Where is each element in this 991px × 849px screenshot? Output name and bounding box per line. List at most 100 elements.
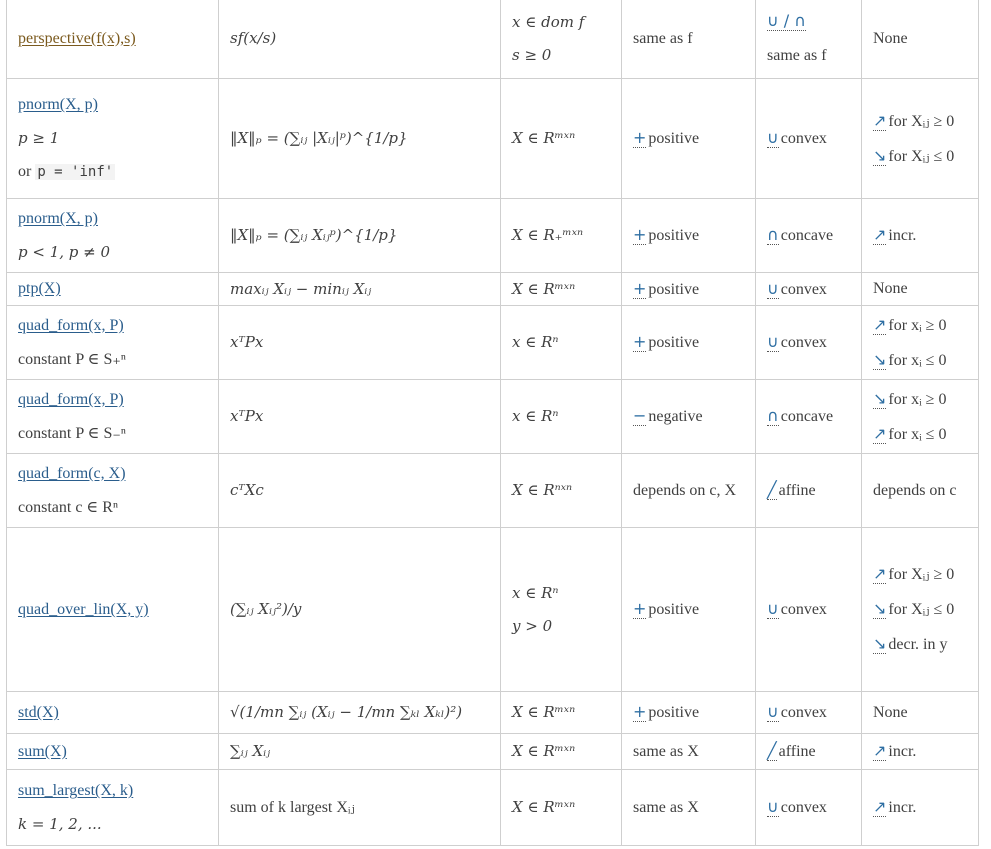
arrow-up-right-icon[interactable]: ↗: [873, 225, 887, 245]
plus-icon[interactable]: +: [633, 332, 647, 352]
arrow-down-right-icon[interactable]: ↘: [873, 634, 887, 654]
slash-icon[interactable]: ╱: [767, 480, 777, 500]
function-link[interactable]: pnorm(X, p): [18, 96, 98, 113]
sign-cell: depends on c, X: [621, 453, 756, 528]
curvature-cell: ∪ convex: [755, 527, 862, 692]
function-link[interactable]: quad_form(c, X): [18, 465, 126, 482]
function-link[interactable]: quad_over_lin(X, y): [18, 601, 149, 618]
meaning-cell: ∑ᵢⱼ Xᵢⱼ: [218, 733, 501, 770]
sign-cell: + positive: [621, 198, 756, 273]
plus-icon[interactable]: +: [633, 128, 647, 148]
condition: k = 1, 2, ...: [18, 815, 102, 834]
table-row: quad_over_lin(X, y) (∑ᵢⱼ Xᵢⱼ²)/y x ∈ Rⁿ y…: [6, 527, 979, 692]
curvature-cell: ∪ convex: [755, 769, 862, 846]
monotonicity-cell: None: [861, 0, 979, 79]
cup-icon[interactable]: ∪: [767, 128, 779, 148]
cap-icon[interactable]: ∩: [767, 225, 779, 245]
domain-cell: x ∈ dom fs ≥ 0: [500, 0, 622, 79]
cap-icon[interactable]: ∩: [767, 406, 779, 426]
curvature-cell: ∪ / ∩ same as f: [755, 0, 862, 79]
curvature-cell: ╱ affine: [755, 453, 862, 528]
arrow-up-right-icon[interactable]: ↗: [873, 797, 887, 817]
curvature-cell: ∪ convex: [755, 78, 862, 199]
function-link[interactable]: perspective(f(x),s): [18, 30, 136, 47]
condition: constant P ∈ S₋ⁿ: [18, 424, 126, 442]
arrow-up-right-icon[interactable]: ↗: [873, 314, 887, 335]
plus-icon[interactable]: +: [633, 599, 647, 619]
meaning-cell: (∑ᵢⱼ Xᵢⱼ²)/y: [218, 527, 501, 692]
arrow-up-right-icon[interactable]: ↗: [873, 741, 887, 761]
cup-icon[interactable]: ∪: [767, 332, 779, 352]
sign-cell: same as X: [621, 733, 756, 770]
domain-cell: X ∈ Rᵐˣⁿ: [500, 733, 622, 770]
sign-cell: − negative: [621, 379, 756, 454]
meaning-cell: xᵀPx: [218, 305, 501, 380]
cup-cap-icon[interactable]: ∪ / ∩: [767, 11, 806, 31]
monotonicity-cell: ↗ for Xᵢⱼ ≥ 0 ↘ for Xᵢⱼ ≤ 0: [861, 78, 979, 199]
meaning-cell: maxᵢⱼ Xᵢⱼ − minᵢⱼ Xᵢⱼ: [218, 272, 501, 306]
plus-icon[interactable]: +: [633, 278, 647, 299]
table-row: sum_largest(X, k) k = 1, 2, ... sum of k …: [6, 769, 979, 846]
meaning-cell: sum of k largest Xᵢⱼ: [218, 769, 501, 846]
domain-cell: X ∈ R₊ᵐˣⁿ: [500, 198, 622, 273]
condition: constant c ∈ Rⁿ: [18, 498, 118, 516]
curvature-cell: ∪ convex: [755, 305, 862, 380]
arrow-up-right-icon[interactable]: ↗: [873, 564, 887, 584]
monotonicity-cell: ↗ for Xᵢⱼ ≥ 0 ↘ for Xᵢⱼ ≤ 0 ↘ decr. in y: [861, 527, 979, 692]
domain-cell: X ∈ Rᵐˣⁿ: [500, 769, 622, 846]
curvature-cell: ╱ affine: [755, 733, 862, 770]
sign-cell: same as f: [621, 0, 756, 79]
condition: or p = 'inf': [18, 162, 116, 180]
curvature-cell: ∪ convex: [755, 272, 862, 306]
function-link[interactable]: std(X): [18, 704, 59, 721]
arrow-down-right-icon[interactable]: ↘: [873, 599, 887, 619]
sign-cell: + positive: [621, 272, 756, 306]
meaning-cell: sf(x/s): [218, 0, 501, 79]
domain-cell: x ∈ Rⁿ: [500, 379, 622, 454]
function-link[interactable]: ptp(X): [18, 280, 61, 297]
function-link[interactable]: quad_form(x, P): [18, 317, 124, 334]
table-row: ptp(X) maxᵢⱼ Xᵢⱼ − minᵢⱼ Xᵢⱼ X ∈ Rᵐˣⁿ + p…: [6, 272, 979, 306]
domain-cell: X ∈ Rⁿˣⁿ: [500, 453, 622, 528]
function-link[interactable]: pnorm(X, p): [18, 210, 98, 227]
monotonicity-cell: None: [861, 272, 979, 306]
condition: p < 1, p ≠ 0: [18, 243, 111, 262]
arrow-down-right-icon[interactable]: ↘: [873, 388, 887, 409]
arrow-down-right-icon[interactable]: ↘: [873, 145, 887, 166]
domain-cell: x ∈ Rⁿ y > 0: [500, 527, 622, 692]
condition: constant P ∈ S₊ⁿ: [18, 350, 126, 368]
meaning-cell: √(1/mn ∑ᵢⱼ (Xᵢⱼ − 1/mn ∑ₖₗ Xₖₗ)²): [218, 691, 501, 734]
table-row: quad_form(x, P) constant P ∈ S₋ⁿ xᵀPx x ∈…: [6, 379, 979, 454]
cup-icon[interactable]: ∪: [767, 702, 779, 722]
plus-icon[interactable]: +: [633, 225, 647, 245]
monotonicity-cell: ↗ incr.: [861, 198, 979, 273]
condition: p ≥ 1: [18, 129, 60, 148]
sign-cell: same as X: [621, 769, 756, 846]
table-row: pnorm(X, p) p < 1, p ≠ 0 ‖X‖ₚ = (∑ᵢⱼ Xᵢⱼᵖ…: [6, 198, 979, 273]
arrow-down-right-icon[interactable]: ↘: [873, 349, 887, 370]
monotonicity-cell: None: [861, 691, 979, 734]
function-link[interactable]: sum(X): [18, 743, 67, 760]
function-link[interactable]: sum_largest(X, k): [18, 782, 133, 799]
cup-icon[interactable]: ∪: [767, 797, 779, 817]
table-row: quad_form(c, X) constant c ∈ Rⁿ cᵀXc X ∈ …: [6, 453, 979, 528]
cup-icon[interactable]: ∪: [767, 278, 779, 299]
arrow-up-right-icon[interactable]: ↗: [873, 423, 887, 444]
sign-cell: + positive: [621, 691, 756, 734]
function-link[interactable]: quad_form(x, P): [18, 391, 124, 408]
minus-icon[interactable]: −: [633, 406, 647, 426]
cup-icon[interactable]: ∪: [767, 599, 779, 619]
domain-cell: X ∈ Rᵐˣⁿ: [500, 78, 622, 199]
table-row: perspective(f(x),s) sf(x/s) x ∈ dom fs ≥…: [6, 0, 979, 79]
curvature-cell: ∩ concave: [755, 198, 862, 273]
domain-cell: x ∈ Rⁿ: [500, 305, 622, 380]
table-row: quad_form(x, P) constant P ∈ S₊ⁿ xᵀPx x ∈…: [6, 305, 979, 380]
slash-icon[interactable]: ╱: [767, 741, 777, 761]
sign-cell: + positive: [621, 78, 756, 199]
plus-icon[interactable]: +: [633, 702, 647, 722]
monotonicity-cell: ↗ for xᵢ ≥ 0 ↘ for xᵢ ≤ 0: [861, 305, 979, 380]
arrow-up-right-icon[interactable]: ↗: [873, 110, 887, 131]
table-row: std(X) √(1/mn ∑ᵢⱼ (Xᵢⱼ − 1/mn ∑ₖₗ Xₖₗ)²)…: [6, 691, 979, 734]
domain-cell: X ∈ Rᵐˣⁿ: [500, 691, 622, 734]
function-table: perspective(f(x),s) sf(x/s) x ∈ dom fs ≥…: [6, 0, 979, 846]
